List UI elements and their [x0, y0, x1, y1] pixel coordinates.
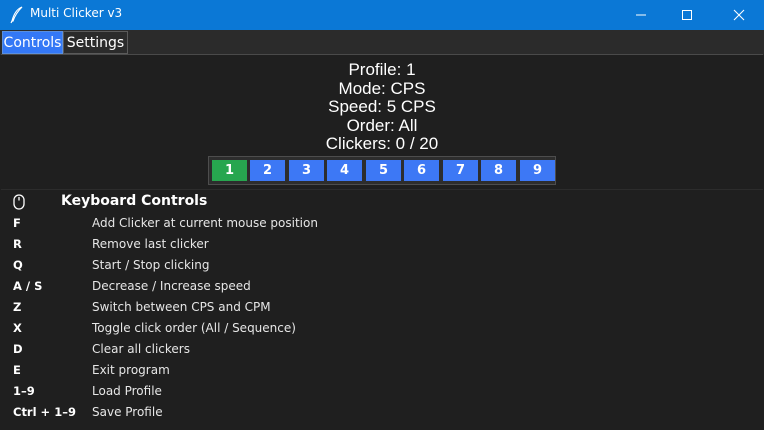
shortcut-description: Add Clicker at current mouse position	[92, 216, 318, 230]
profile-button-1[interactable]: 1	[212, 160, 247, 181]
shortcut-key: X	[13, 321, 22, 335]
profile-button-3[interactable]: 3	[289, 160, 324, 181]
shortcut-description: Remove last clicker	[92, 237, 209, 251]
list-item: Z Switch between CPS and CPM	[1, 299, 763, 320]
profile-button-2[interactable]: 2	[250, 160, 285, 181]
feather-icon	[9, 6, 25, 24]
minimize-icon	[636, 14, 646, 16]
shortcut-key: D	[13, 342, 23, 356]
shortcut-key: R	[13, 237, 22, 251]
list-item: A / S Decrease / Increase speed	[1, 278, 763, 299]
shortcut-key: E	[13, 363, 21, 377]
list-item: D Clear all clickers	[1, 341, 763, 362]
shortcut-description: Clear all clickers	[92, 342, 190, 356]
controls-panel: Profile: 1 Mode: CPS Speed: 5 CPS Order:…	[1, 54, 763, 429]
profile-button-5[interactable]: 5	[366, 160, 401, 181]
shortcut-key: Z	[13, 300, 22, 314]
list-item: E Exit program	[1, 362, 763, 383]
list-item: Q Start / Stop clicking	[1, 257, 763, 278]
profile-button-6[interactable]: 6	[404, 160, 439, 181]
tab-settings[interactable]: Settings	[63, 31, 128, 54]
shortcut-key: Ctrl + 1–9	[13, 405, 76, 419]
shortcut-description: Toggle click order (All / Sequence)	[92, 321, 296, 335]
list-item: 1–9 Load Profile	[1, 383, 763, 404]
title-bar[interactable]: Multi Clicker v3	[0, 0, 764, 30]
keyboard-controls-header: Keyboard Controls	[1, 192, 763, 214]
status-block: Profile: 1 Mode: CPS Speed: 5 CPS Order:…	[1, 60, 763, 154]
shortcut-description: Start / Stop clicking	[92, 258, 210, 272]
profile-button-7[interactable]: 7	[443, 160, 478, 181]
shortcut-key: F	[13, 216, 21, 230]
profile-selector: 1 2 3 4 5 6 7 8 9	[208, 156, 556, 185]
mouse-icon	[13, 194, 25, 214]
shortcut-description: Decrease / Increase speed	[92, 279, 251, 293]
list-item: F Add Clicker at current mouse position	[1, 215, 763, 236]
window-title: Multi Clicker v3	[30, 6, 123, 20]
section-divider	[1, 189, 763, 190]
profile-button-8[interactable]: 8	[481, 160, 516, 181]
mode-status: Mode: CPS	[338, 78, 426, 98]
keyboard-controls-list: F Add Clicker at current mouse position …	[1, 215, 763, 425]
close-icon	[733, 9, 745, 21]
list-item: X Toggle click order (All / Sequence)	[1, 320, 763, 341]
tab-bar: Controls Settings	[0, 30, 764, 55]
profile-button-4[interactable]: 4	[327, 160, 362, 181]
maximize-icon	[682, 10, 692, 20]
minimize-button[interactable]	[618, 0, 664, 30]
shortcut-key: A / S	[13, 279, 43, 293]
shortcut-key: Q	[13, 258, 23, 272]
profile-status: Profile: 1	[348, 60, 416, 79]
shortcut-description: Switch between CPS and CPM	[92, 300, 271, 314]
tab-controls[interactable]: Controls	[2, 31, 63, 54]
keyboard-controls-title: Keyboard Controls	[61, 193, 208, 209]
shortcut-description: Save Profile	[92, 405, 163, 419]
shortcut-description: Exit program	[92, 363, 170, 377]
app-window: Multi Clicker v3 Controls Settings Profi…	[0, 0, 764, 430]
profile-button-9[interactable]: 9	[520, 160, 555, 181]
shortcut-key: 1–9	[13, 384, 35, 398]
list-item: Ctrl + 1–9 Save Profile	[1, 404, 763, 425]
clickers-status: Clickers: 0 / 20	[325, 134, 439, 153]
speed-status: Speed: 5 CPS	[328, 97, 436, 116]
list-item: R Remove last clicker	[1, 236, 763, 257]
close-button[interactable]	[716, 0, 762, 30]
shortcut-description: Load Profile	[92, 384, 162, 398]
order-status: Order: All	[346, 115, 418, 135]
maximize-button[interactable]	[664, 0, 710, 30]
